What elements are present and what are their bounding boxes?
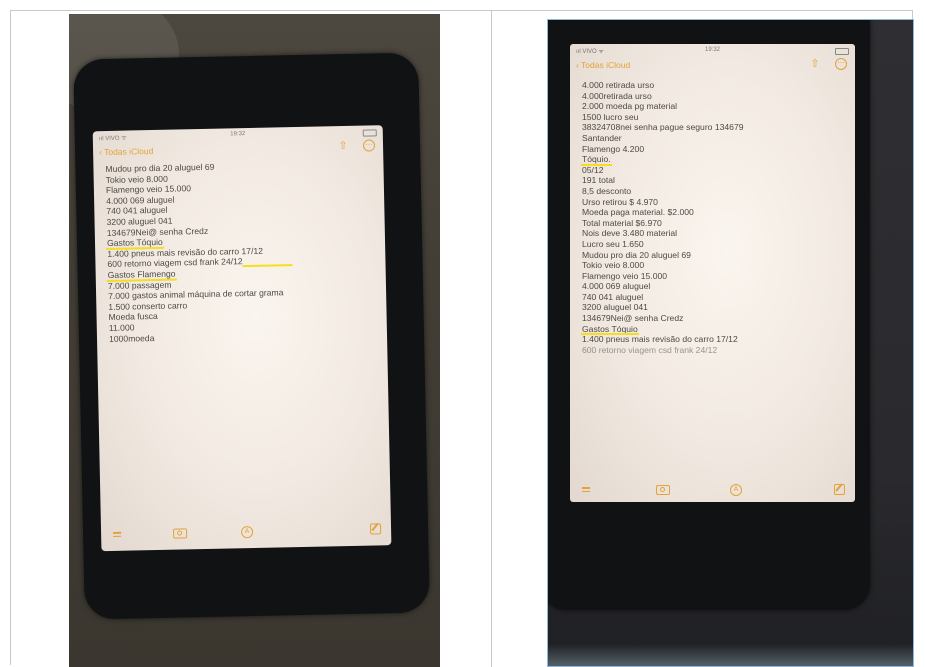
note-line: Urso retirou $ 4.970	[582, 196, 658, 207]
note-line: 2.000 moeda pg material	[582, 101, 678, 112]
camera-icon[interactable]	[656, 485, 670, 495]
highlight-mark	[243, 255, 291, 266]
note-line: Lucro seu 1.650	[582, 238, 644, 249]
share-icon[interactable]: ⇧	[337, 140, 349, 152]
note-line: Moeda paga material. $2.000	[582, 207, 694, 218]
note-body[interactable]: Mudou pro dia 20 aluguel 69 Tokio veio 8…	[105, 158, 377, 344]
note-line: 3200 aluguel 041	[582, 302, 648, 313]
right-phone: ııl VIVO ᯤ 19:32 ‹ Todas iCloud ⇧ ⋯ 4.00…	[548, 20, 870, 610]
note-heading-highlighted: Tóquio.	[581, 154, 612, 166]
note-heading-highlighted: Gastos Tóquio	[581, 323, 639, 335]
battery-icon	[835, 48, 849, 55]
left-phone-photo: ııl VIVO ᯤ 19:32 ‹ Todas iCloud ⇧ ⋯ Mudo…	[69, 14, 440, 667]
note-line: Total material $6.970	[582, 217, 662, 228]
battery-icon	[362, 129, 377, 137]
note-line: Nois deve 3.480 material	[582, 228, 678, 239]
note-line: 740 041 aluguel	[582, 291, 644, 302]
notes-toolbar: A	[578, 484, 845, 500]
note-line: Flamengo veio 15.000	[582, 270, 668, 281]
note-line: 38324708nei senha pague seguro 134679	[582, 122, 744, 133]
left-phone: ııl VIVO ᯤ 19:32 ‹ Todas iCloud ⇧ ⋯ Mudo…	[73, 52, 430, 620]
clock: 19:32	[230, 131, 246, 138]
note-line: 1500 lucro seu	[582, 111, 639, 122]
note-line: 4.000 069 aluguel	[582, 281, 651, 292]
left-phone-screen: ııl VIVO ᯤ 19:32 ‹ Todas iCloud ⇧ ⋯ Mudo…	[92, 125, 392, 552]
back-label: Todas iCloud	[104, 146, 154, 158]
note-line: 05/12	[582, 164, 604, 175]
note-line-cut-off: 600 retorno viagem csd frank 24/12	[582, 344, 718, 355]
notes-nav-bar: ‹ Todas iCloud ⇧ ⋯	[576, 58, 847, 74]
back-button[interactable]: ‹ Todas iCloud	[99, 146, 153, 157]
right-phone-screen: ııl VIVO ᯤ 19:32 ‹ Todas iCloud ⇧ ⋯ 4.00…	[570, 44, 855, 502]
note-line: 8,5 desconto	[582, 185, 632, 196]
notes-toolbar: A	[109, 522, 382, 544]
note-line: 4.000 retirada urso	[582, 80, 655, 90]
share-icon[interactable]: ⇧	[809, 58, 821, 70]
markup-icon[interactable]: A	[730, 484, 742, 496]
status-bar: ııl VIVO ᯤ 19:32	[576, 47, 849, 56]
note-line: Tokio veio 8.000	[582, 260, 645, 271]
note-body[interactable]: 4.000 retirada urso 4.000retirada urso 2…	[581, 80, 845, 355]
checklist-icon[interactable]	[578, 485, 592, 495]
checklist-icon[interactable]	[109, 530, 123, 540]
note-line: Flamengo 4.200	[582, 143, 645, 154]
note-line: 134679Nei@ senha Credz	[582, 313, 684, 324]
table-edge	[548, 644, 913, 666]
note-line: 1.400 pneus mais revisão do carro 17/12	[582, 334, 738, 345]
back-label: Todas iCloud	[581, 60, 631, 70]
note-line: 4.000retirada urso	[582, 90, 652, 101]
column-divider	[491, 10, 492, 667]
right-phone-photo: ııl VIVO ᯤ 19:32 ‹ Todas iCloud ⇧ ⋯ 4.00…	[547, 19, 914, 667]
note-line: Santander	[582, 132, 622, 143]
compose-icon[interactable]	[369, 523, 382, 535]
markup-icon[interactable]: A	[240, 526, 254, 539]
notes-nav-bar: ‹ Todas iCloud ⇧ ⋯	[99, 139, 376, 161]
more-icon[interactable]: ⋯	[835, 58, 847, 70]
back-button[interactable]: ‹ Todas iCloud	[576, 60, 630, 70]
clock: 19:32	[704, 47, 720, 53]
note-line: 191 total	[582, 175, 615, 186]
note-line: Mudou pro dia 20 aluguel 69	[582, 249, 691, 260]
more-icon[interactable]: ⋯	[362, 139, 376, 152]
compose-icon[interactable]	[834, 484, 845, 495]
camera-icon[interactable]	[173, 528, 188, 539]
